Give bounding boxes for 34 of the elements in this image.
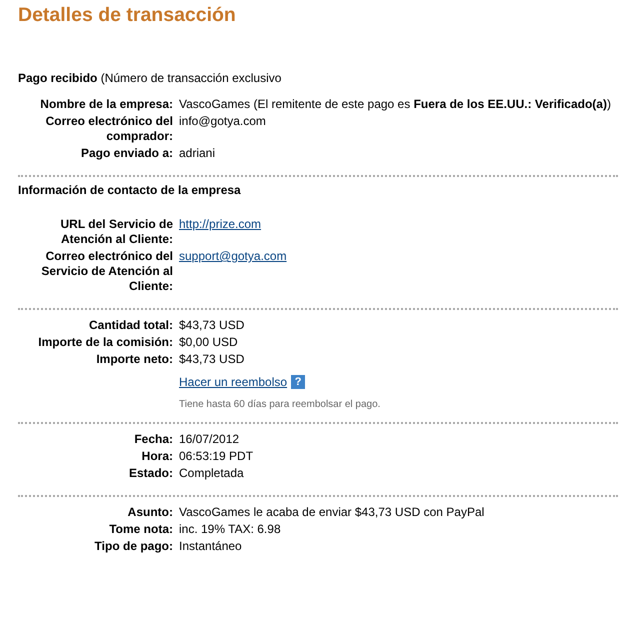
field-value: info@gotya.com (179, 114, 266, 129)
refund-note: Tiene hasta 60 días para reembolsar el pago. (179, 399, 382, 410)
refund-link[interactable]: Hacer un reembolso (179, 375, 288, 389)
field-value: Completada (179, 466, 244, 481)
field-label: Correo electrónico del Servicio de Atención al Cliente: (40, 249, 173, 294)
field-label: Tipo de pago: (94, 539, 173, 554)
field-label: Asunto: (126, 505, 173, 520)
field-link[interactable]: http://prize.com (179, 217, 262, 232)
field-label: Importe de la comisión: (37, 335, 173, 350)
field-label: Tome nota: (108, 522, 173, 537)
field-label: Pago enviado a: (80, 146, 173, 161)
field-value: adriani (179, 146, 216, 161)
field-label: Cantidad total: (88, 318, 173, 333)
field-label: URL del Servicio de Atención al Cliente: (60, 217, 173, 247)
field-label: Nombre de la empresa: (39, 97, 173, 112)
field-value: $0,00 USD (179, 335, 238, 350)
field-label: Fecha: (133, 432, 173, 447)
help-icon[interactable]: ? (291, 375, 306, 389)
field-value: VascoGames (El remitente de este pago es Fuera de los EE.UU.: Verificado(a)) (179, 97, 611, 112)
field-label: Importe neto: (95, 352, 173, 367)
field-value: VascoGames le acaba de enviar $43,73 USD con PayPal (179, 505, 484, 520)
field-value: $43,73 USD (179, 318, 244, 333)
field-label: Correo electrónico del comprador: (44, 114, 173, 144)
section-heading: Información de contacto de la empresa (18, 183, 242, 197)
field-label: Hora: (140, 449, 173, 464)
field-value: Instantáneo (179, 539, 242, 554)
field-value: 16/07/2012 (179, 432, 240, 447)
section-heading: Pago recibido (Número de transacción exclusivo (18, 71, 282, 85)
page-title: Detalles de transacción (18, 4, 237, 27)
field-link[interactable]: support@gotya.com (179, 249, 287, 264)
field-value: inc. 19% TAX: 6.98 (179, 522, 281, 537)
field-label: Estado: (128, 466, 173, 481)
field-value: $43,73 USD (179, 352, 244, 367)
field-value: 06:53:19 PDT (179, 449, 254, 464)
